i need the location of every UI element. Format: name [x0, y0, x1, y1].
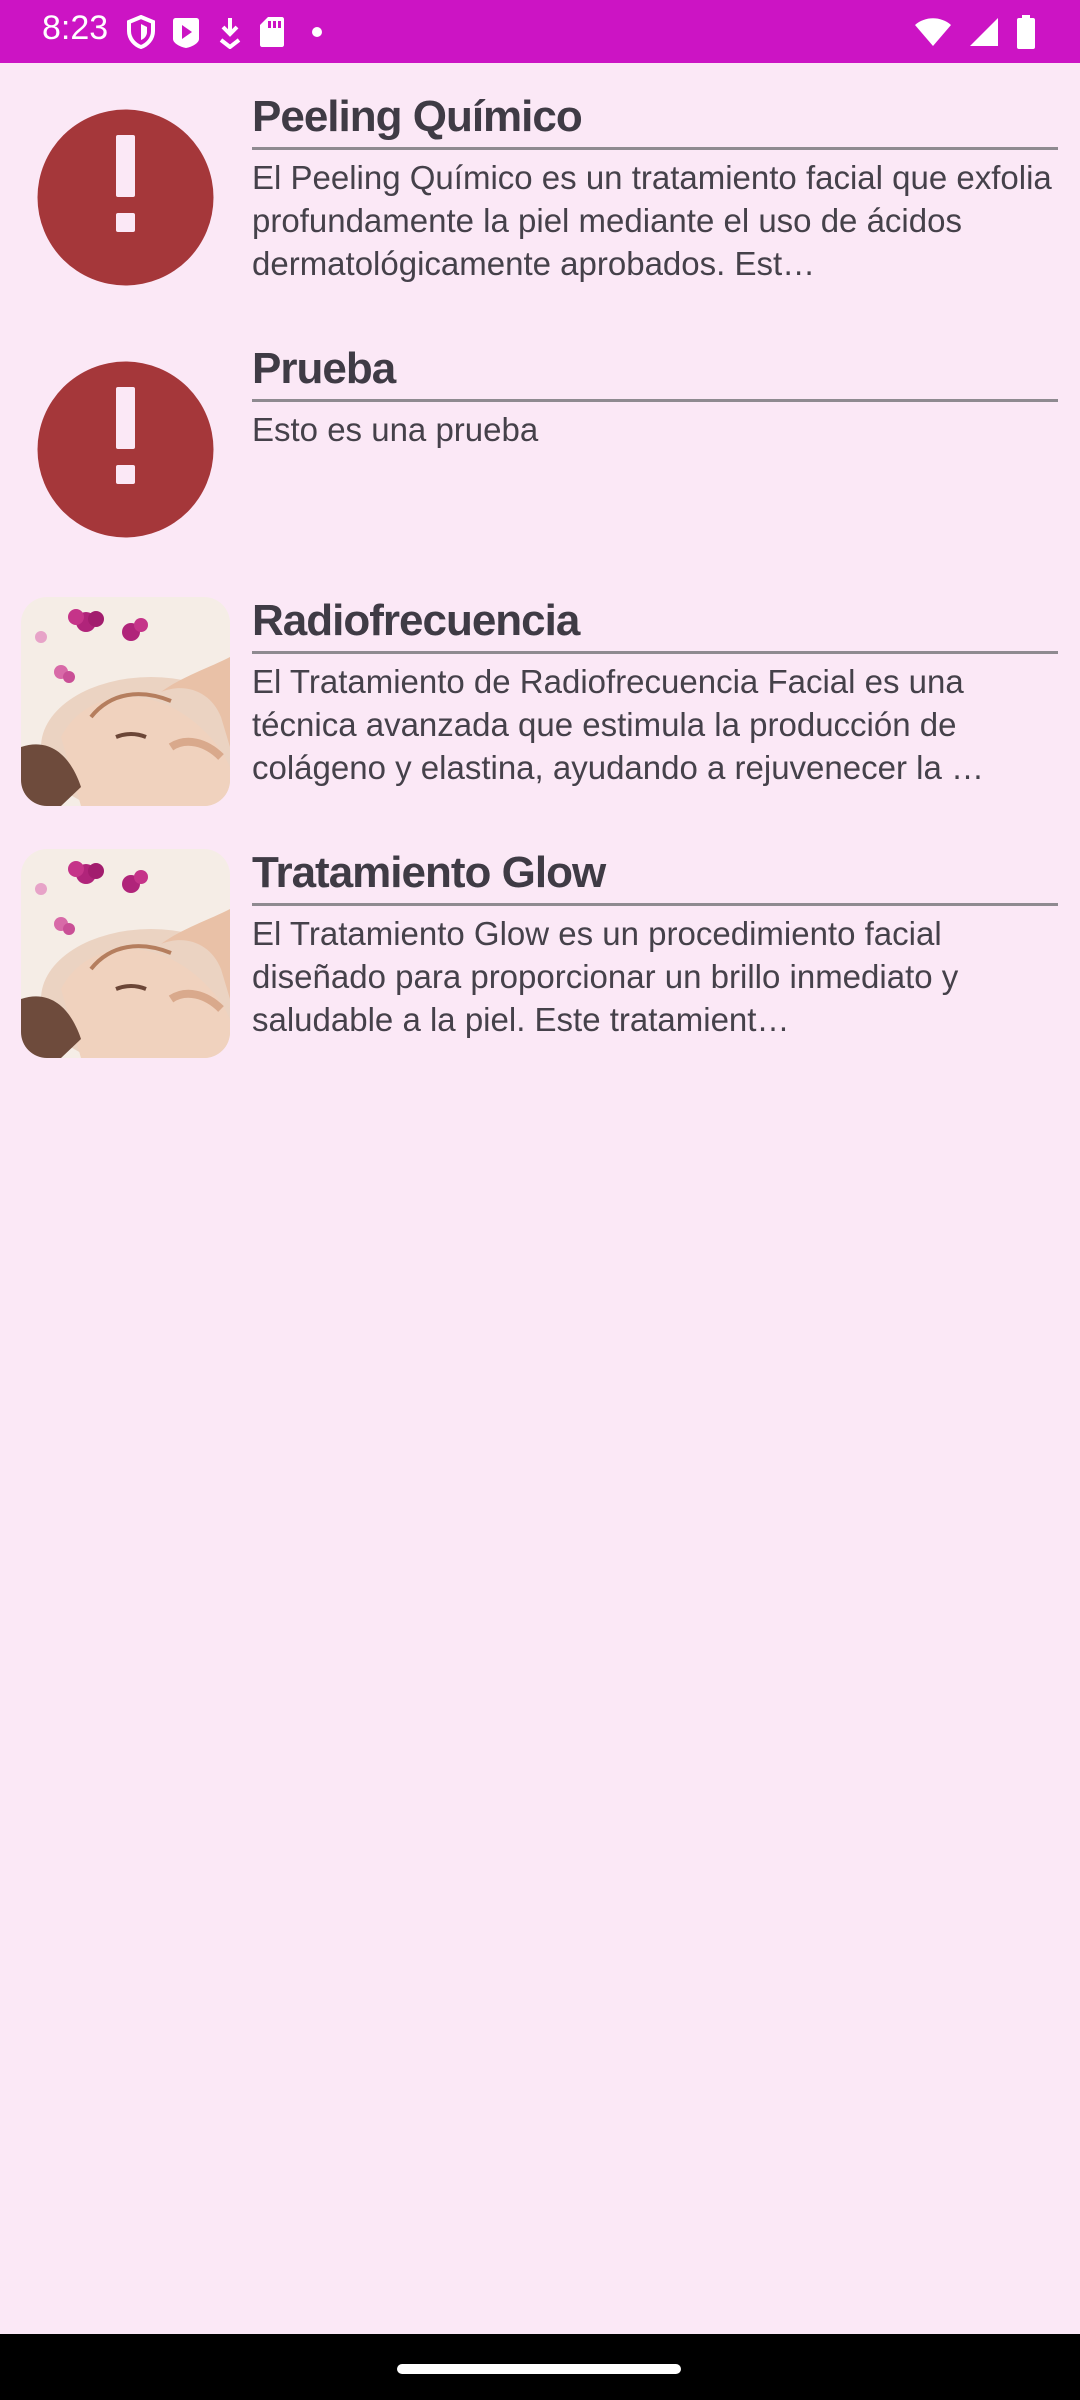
signal-icon	[968, 16, 1000, 48]
status-system-icons	[914, 14, 1036, 50]
sd-card-icon	[258, 15, 286, 49]
title-divider	[252, 399, 1058, 402]
alert-icon	[21, 345, 230, 554]
title-divider	[252, 651, 1058, 654]
item-description: El Tratamiento Glow es un procedimiento …	[252, 915, 959, 1038]
download-icon	[216, 15, 244, 49]
navigation-bar	[0, 2334, 1080, 2400]
item-title: Radiofrecuencia	[252, 596, 580, 645]
status-bar: 8:23	[0, 0, 1080, 63]
play-store-icon	[170, 15, 202, 49]
list-item[interactable]: Prueba Esto es una prueba	[0, 315, 1080, 565]
home-gesture-handle[interactable]	[397, 2364, 681, 2374]
status-notification-icons	[126, 14, 334, 50]
item-description: El Tratamiento de Radiofrecuencia Facial…	[252, 663, 984, 786]
status-time: 8:23	[42, 9, 109, 47]
facial-treatment-photo	[21, 597, 230, 806]
dot-icon	[300, 15, 334, 49]
item-description: El Peeling Químico es un tratamiento fac…	[252, 159, 1052, 282]
title-divider	[252, 903, 1058, 906]
shield-icon	[126, 15, 156, 49]
item-title: Peeling Químico	[252, 92, 583, 141]
wifi-icon	[914, 16, 952, 48]
item-description: Esto es una prueba	[252, 411, 539, 448]
facial-treatment-photo	[21, 849, 230, 1058]
item-title: Prueba	[252, 344, 396, 393]
battery-icon	[1016, 15, 1036, 49]
title-divider	[252, 147, 1058, 150]
list-item[interactable]: Peeling Químico El Peeling Químico es un…	[0, 63, 1080, 313]
list-item[interactable]: Tratamiento Glow El Tratamiento Glow es …	[0, 819, 1080, 1069]
alert-icon	[21, 93, 230, 302]
list-item[interactable]: Radiofrecuencia El Tratamiento de Radiof…	[0, 567, 1080, 817]
item-title: Tratamiento Glow	[252, 848, 606, 897]
